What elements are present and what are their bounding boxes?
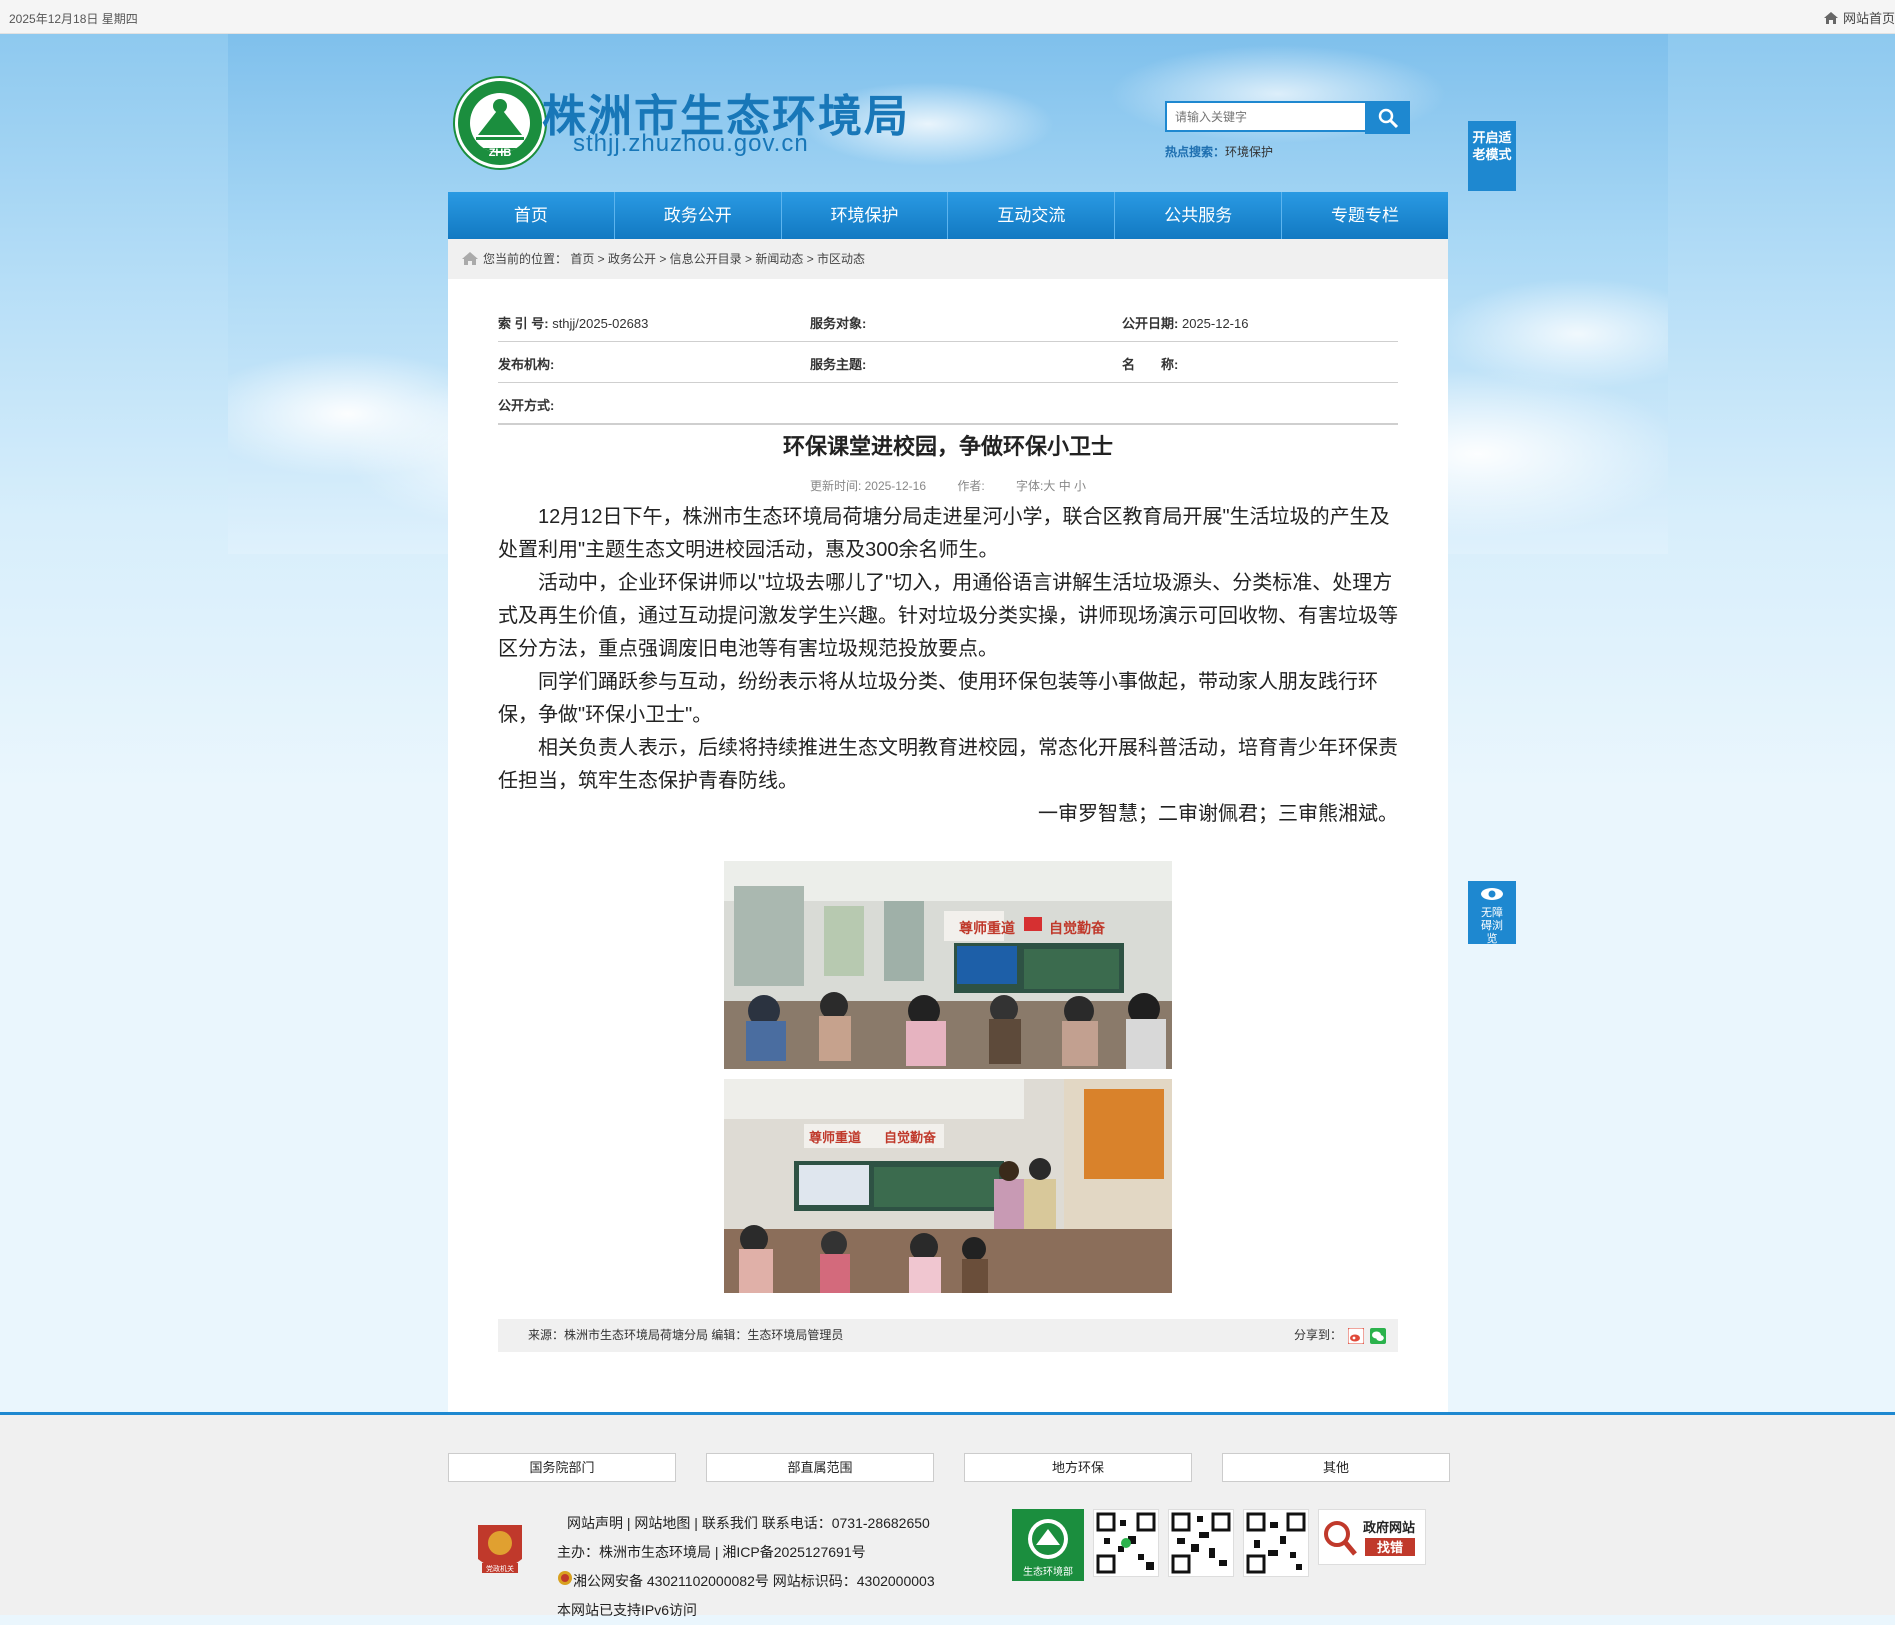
classroom-slogan: 尊师重道 xyxy=(959,920,1015,937)
accessibility-label: 无障碍浏览 xyxy=(1481,907,1503,945)
nav-item-home[interactable]: 首页 xyxy=(448,192,615,239)
top-bar: 2025年12月18日 星期四 网站首页 xyxy=(0,0,1895,34)
classroom-slogan: 尊师重道 xyxy=(809,1130,861,1146)
hot-search: 热点搜索：环境保护 xyxy=(1165,143,1273,160)
home-link-label: 网站首页 xyxy=(1842,11,1895,26)
method-label: 公开方式: xyxy=(498,398,555,413)
author: 作者: xyxy=(957,479,985,493)
font-size-switch[interactable]: 字体:大 中 小 xyxy=(1016,479,1086,493)
weibo-icon[interactable] xyxy=(1348,1327,1364,1344)
qr-code-3[interactable] xyxy=(1243,1509,1309,1577)
mee-logo[interactable]: 生态环境部 xyxy=(1012,1509,1084,1581)
party-gov-badge[interactable]: 党政机关 xyxy=(474,1519,526,1579)
footer-info: 网站声明 | 网站地图 | 联系我们 联系电话：0731-28682650 主办… xyxy=(557,1509,935,1625)
link-ministry[interactable]: 部直属范围 xyxy=(706,1453,934,1482)
paragraph: 相关负责人表示，后续将持续推进生态文明教育进校园，常态化开展科普活动，培育青少年… xyxy=(498,737,1398,792)
site-home-link[interactable]: 网站首页 xyxy=(1823,8,1895,27)
find-error-label: 找错 xyxy=(1377,1540,1403,1556)
current-date: 2025年12月18日 星期四 xyxy=(9,12,138,26)
article-footer-bar: 来源：株洲市生态环境局荷塘分局 编辑：生态环境局管理员 分享到： xyxy=(498,1319,1398,1352)
accessibility-button[interactable]: 无障碍浏览 xyxy=(1468,881,1516,945)
gov-site-label: 政府网站 xyxy=(1363,1520,1415,1536)
paragraph: 同学们踊跃参与互动，纷纷表示将从垃圾分类、使用环保包装等小事做起，带动家人朋友践… xyxy=(498,671,1378,726)
site-domain: sthjj.zhuzhou.gov.cn xyxy=(573,130,809,157)
badge-label: 党政机关 xyxy=(486,1564,514,1573)
logo-text: ZHB xyxy=(488,147,512,159)
qr-code-2[interactable] xyxy=(1168,1509,1234,1577)
update-time: 更新时间: 2025-12-16 xyxy=(809,479,926,493)
index-label: 索 引 号: xyxy=(498,316,549,331)
link-other[interactable]: 其他 xyxy=(1222,1453,1450,1482)
article-title: 环保课堂进校园，争做环保小卫士 xyxy=(782,434,1113,459)
search-button[interactable] xyxy=(1365,101,1410,134)
name-label: 名 称: xyxy=(1122,357,1179,372)
publish-date-value: 2025-12-16 xyxy=(1181,316,1249,331)
nav-item-environment[interactable]: 环境保护 xyxy=(782,192,949,239)
hot-search-label: 热点搜索： xyxy=(1165,145,1226,159)
search-icon xyxy=(1378,108,1398,128)
eye-icon xyxy=(1481,888,1503,900)
paragraph: 12月12日下午，株洲市生态环境局荷塘分局走进星河小学，联合区教育局开展"生活垃… xyxy=(498,506,1390,561)
footer-line-security: 湘公网安备 43021102000082号 网站标识码：4302000003 xyxy=(557,1567,935,1596)
link-state-council[interactable]: 国务院部门 xyxy=(448,1453,676,1482)
topic-label: 服务主题: xyxy=(810,357,867,372)
classroom-photo-2: 尊师重道 自觉勤奋 xyxy=(724,1079,1172,1293)
main-content: 您当前的位置： 首页 > 政务公开 > 信息公开目录 > 新闻动态 > 市区动态… xyxy=(448,239,1448,1412)
wechat-icon[interactable] xyxy=(1370,1327,1386,1344)
footer-line-host: 主办：株洲市生态环境局 | 湘ICP备2025127691号 xyxy=(557,1544,866,1560)
police-badge-icon xyxy=(558,1571,572,1585)
gov-site-error-report[interactable]: 政府网站 找错 xyxy=(1318,1509,1426,1565)
main-nav: 首页 政务公开 环境保护 互动交流 公共服务 专题专栏 xyxy=(448,192,1448,239)
related-links: 国务院部门 部直属范围 地方环保 其他 xyxy=(448,1453,1450,1482)
service-target-label: 服务对象: xyxy=(810,316,867,331)
classroom-photo-1: 尊师重道 自觉勤奋 xyxy=(724,861,1172,1069)
nav-item-interaction[interactable]: 互动交流 xyxy=(948,192,1116,239)
publish-date-label: 公开日期: xyxy=(1122,316,1179,331)
search-input[interactable] xyxy=(1165,101,1367,132)
hot-search-term[interactable]: 环境保护 xyxy=(1225,145,1273,159)
share-label: 分享到： xyxy=(1293,1328,1342,1342)
nav-item-service[interactable]: 公共服务 xyxy=(1115,192,1283,239)
logo-emblem xyxy=(470,93,530,153)
site-footer: 国务院部门 部直属范围 地方环保 其他 党政机关 网站声明 | 网站地图 | 联… xyxy=(0,1412,1895,1618)
breadcrumb-text[interactable]: 您当前的位置： 首页 > 政务公开 > 信息公开目录 > 新闻动态 > 市区动态 xyxy=(483,239,865,279)
classroom-slogan: 自觉勤奋 xyxy=(1049,920,1106,937)
classroom-slogan: 自觉勤奋 xyxy=(884,1130,937,1146)
footer-line-ipv6: 本网站已支持IPv6访问 xyxy=(557,1602,698,1618)
footer-qr-codes: 生态环境部 政府网站 找错 xyxy=(1012,1509,1426,1581)
reviewers: 一审罗智慧；二审谢佩君；三审熊湘斌。 xyxy=(1038,803,1398,825)
search-box xyxy=(1165,101,1440,134)
article-info: 更新时间: 2025-12-16 作者: 字体:大 中 小 xyxy=(448,477,1448,494)
site-logo[interactable]: ZHB xyxy=(455,78,545,168)
article-source: 来源：株洲市生态环境局荷塘分局 编辑：生态环境局管理员 xyxy=(528,1328,844,1342)
index-value: sthjj/2025-02683 xyxy=(552,316,649,331)
nav-item-government[interactable]: 政务公开 xyxy=(615,192,782,239)
home-icon xyxy=(462,252,478,265)
breadcrumb: 您当前的位置： 首页 > 政务公开 > 信息公开目录 > 新闻动态 > 市区动态 xyxy=(448,239,1448,279)
paragraph: 活动中，企业环保讲师以"垃圾去哪儿了"切入，用通俗语言讲解生活垃圾源头、分类标准… xyxy=(498,572,1398,660)
mee-logo-label: 生态环境部 xyxy=(1023,1565,1073,1578)
org-label: 发布机构: xyxy=(498,357,555,372)
share-bar: 分享到： xyxy=(1294,1319,1386,1352)
footer-line-links[interactable]: 网站声明 | 网站地图 | 联系我们 联系电话：0731-28682650 xyxy=(557,1509,935,1538)
elder-mode-button[interactable]: 开启适老模式 xyxy=(1468,121,1516,191)
nav-item-topics[interactable]: 专题专栏 xyxy=(1282,192,1448,239)
home-icon xyxy=(1823,11,1838,24)
document-meta: 索 引 号: sthjj/2025-02683 服务对象: 公开日期: 2025… xyxy=(498,301,1398,425)
qr-code-1[interactable] xyxy=(1093,1509,1159,1577)
link-local-env[interactable]: 地方环保 xyxy=(964,1453,1192,1482)
article-body: 12月12日下午，株洲市生态环境局荷塘分局走进星河小学，联合区教育局开展"生活垃… xyxy=(498,501,1398,831)
